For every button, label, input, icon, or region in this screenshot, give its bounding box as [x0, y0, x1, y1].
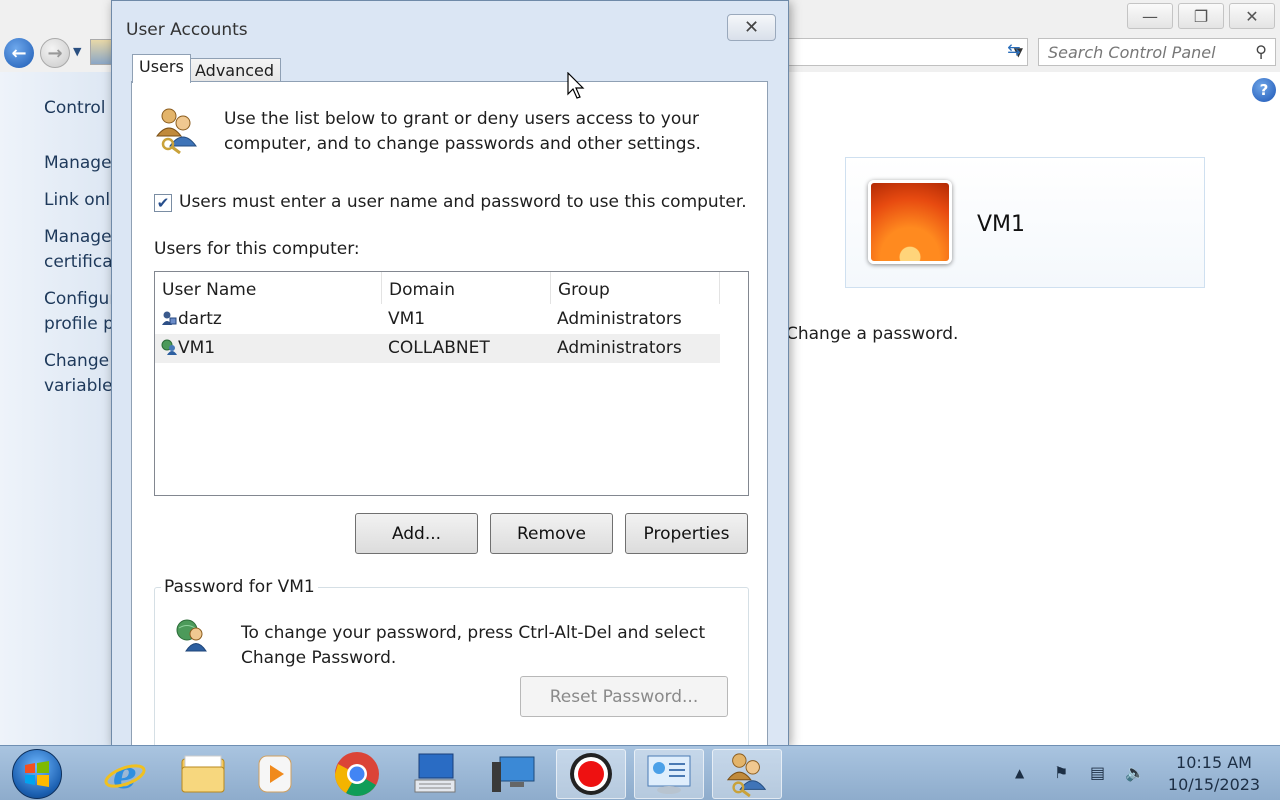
user-list[interactable]: User Name Domain Group dartz VM1 Adminis… [154, 271, 749, 496]
help-icon[interactable]: ? [1252, 78, 1276, 102]
search-icon[interactable]: ⚲ [1255, 42, 1267, 61]
table-row[interactable]: dartz VM1 Administrators [155, 305, 720, 334]
cell-user-name: dartz [178, 309, 222, 329]
dialog-title: User Accounts [126, 20, 248, 40]
intro-text: Use the list below to grant or deny user… [224, 109, 701, 154]
volume-muted-icon[interactable]: 🔈 [1125, 763, 1145, 782]
forward-arrow-icon: → [47, 42, 63, 64]
avatar [868, 180, 952, 264]
start-button[interactable] [12, 749, 62, 799]
taskbar-screen-recorder[interactable] [556, 749, 626, 799]
add-user-button[interactable]: Add... [355, 513, 478, 554]
taskbar-chrome[interactable] [322, 749, 392, 799]
users-icon [155, 108, 197, 154]
users-for-computer-label: Users for this computer: [154, 239, 360, 259]
clock-time: 10:15 AM [1176, 753, 1252, 772]
user-accounts-dialog: User Accounts ✕ Users Advanced Use the l… [111, 0, 789, 762]
search-input[interactable]: Search Control Panel ⚲ [1038, 38, 1276, 66]
tab-users[interactable]: Users [132, 54, 191, 83]
sidebar-item-change-variables[interactable]: Change variables [44, 349, 121, 399]
internet-explorer-icon: e [104, 752, 146, 796]
back-button[interactable]: ← [4, 38, 34, 68]
sidebar-item-link-online[interactable]: Link onli [44, 188, 115, 213]
domain-user-icon [176, 619, 207, 652]
users-icon [726, 753, 767, 797]
sidebar-item-configure-profile[interactable]: Configur profile p [44, 287, 116, 337]
clock[interactable]: 10:15 AM 10/15/2023 [1158, 752, 1270, 796]
address-field[interactable]: ▼ [786, 38, 1028, 66]
sidebar-item-manage[interactable]: Manage [44, 151, 112, 176]
record-icon [570, 753, 612, 795]
taskbar: e ▲ ⚑ ▤ 🔈 10:15 AM 10/15/2023 [0, 745, 1280, 800]
control-panel-icon [647, 755, 691, 794]
cell-domain: COLLABNET [388, 338, 490, 358]
close-icon: ✕ [1245, 6, 1259, 26]
users-tab-panel: Use the list below to grant or deny user… [131, 81, 768, 762]
cell-group: Administrators [557, 338, 682, 358]
media-player-icon [258, 755, 292, 793]
login-required-label[interactable]: Users must enter a user name and passwor… [179, 192, 747, 212]
forward-button[interactable]: → [40, 38, 70, 68]
account-name: VM1 [977, 212, 1026, 237]
domain-user-icon [161, 339, 177, 355]
keyboard-monitor-icon [414, 753, 456, 793]
password-instructions: To change your password, press Ctrl-Alt-… [241, 623, 706, 668]
taskbar-on-screen-keyboard[interactable] [400, 749, 470, 799]
network-icon[interactable]: ▤ [1090, 763, 1105, 782]
recent-pages-dropdown-icon[interactable]: ▼ [73, 45, 81, 58]
sidebar-item-control-panel-home[interactable]: Control [44, 96, 105, 121]
taskbar-user-accounts[interactable] [712, 749, 782, 799]
minimize-icon: — [1142, 6, 1158, 26]
taskbar-media-player[interactable] [240, 749, 310, 799]
chrome-icon [335, 752, 379, 796]
reset-password-button[interactable]: Reset Password... [520, 676, 728, 717]
taskbar-file-explorer[interactable] [168, 749, 238, 799]
taskbar-remote-desktop[interactable] [478, 749, 548, 799]
column-header-group[interactable]: Group [551, 272, 720, 304]
sidebar: Control Manage Link onli Manage certifica… [0, 72, 121, 745]
table-row[interactable]: VM1 COLLABNET Administrators [155, 334, 720, 363]
column-header-domain[interactable]: Domain [382, 272, 551, 304]
password-group-legend: Password for VM1 [161, 577, 318, 597]
change-password-link[interactable]: Change a password. [786, 324, 958, 344]
back-arrow-icon: ← [11, 42, 27, 64]
action-center-flag-icon[interactable]: ⚑ [1054, 763, 1068, 782]
close-icon: ✕ [743, 17, 760, 38]
cell-user-name: VM1 [178, 338, 216, 358]
taskbar-control-panel[interactable] [634, 749, 704, 799]
folder-icon [181, 755, 225, 793]
mouse-cursor-icon [567, 72, 585, 99]
show-hidden-icons-chevron-up-icon[interactable]: ▲ [1015, 766, 1024, 780]
minimize-button[interactable]: — [1127, 3, 1173, 29]
search-placeholder: Search Control Panel [1048, 43, 1216, 62]
remote-desktop-icon [492, 756, 535, 792]
taskbar-internet-explorer[interactable]: e [90, 749, 160, 799]
control-panel-icon [90, 39, 112, 65]
login-required-checkbox[interactable]: ✔ [154, 194, 172, 212]
cell-domain: VM1 [388, 309, 426, 329]
column-header-user-name[interactable]: User Name [155, 272, 382, 304]
refresh-icon[interactable]: ⇆ [1000, 40, 1028, 64]
cell-group: Administrators [557, 309, 682, 329]
account-card: VM1 [845, 157, 1205, 288]
remove-user-button[interactable]: Remove [490, 513, 613, 554]
password-group: Password for VM1 To change your password… [154, 577, 749, 762]
dialog-close-button[interactable]: ✕ [727, 14, 776, 41]
svg-text:e: e [113, 752, 137, 796]
windows-logo-icon [25, 761, 49, 787]
restore-button[interactable]: ❐ [1178, 3, 1224, 29]
restore-icon: ❐ [1193, 6, 1209, 26]
user-icon [162, 311, 177, 325]
properties-button[interactable]: Properties [625, 513, 748, 554]
sidebar-item-manage-certificates[interactable]: Manage certificat [44, 225, 119, 275]
close-button[interactable]: ✕ [1229, 3, 1275, 29]
clock-date: 10/15/2023 [1167, 775, 1261, 794]
